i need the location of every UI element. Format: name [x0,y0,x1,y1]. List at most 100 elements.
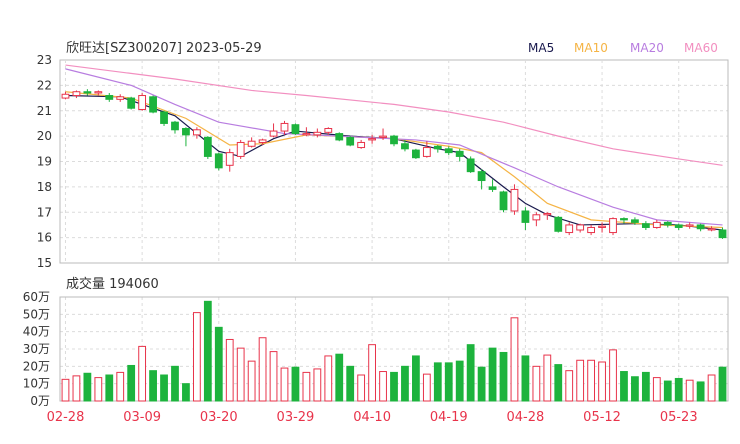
candle-body [138,95,147,110]
candle-body [587,226,596,234]
volume-bar [335,353,344,402]
candle [138,92,147,111]
price-axis: 23 22 21 20 19 18 17 16 15 [37,53,52,270]
legend-ma60: MA60 [684,41,718,55]
volume-bar [357,374,366,402]
volume-bar [72,375,81,402]
candle-body [72,91,81,97]
candle [291,123,300,135]
candle-body [532,214,541,221]
volume-bar [620,371,628,402]
ma-line-ma20 [65,68,723,226]
volume-tick-label: 10万 [23,377,50,391]
ma-legend: MA5 MA10 MA20 MA60 [528,41,718,55]
volume-bar [346,365,355,402]
volume-bar [521,355,530,402]
candle [455,148,464,162]
volume-tick-label: 20万 [23,359,50,373]
volume-bar [707,374,716,402]
candle [532,212,541,227]
candle [587,224,596,236]
volume-tick-label: 30万 [23,342,50,356]
chart-title: 欣旺达[SZ300207] 2023-05-29 [66,41,262,56]
volume-tick-label: 0万 [30,394,50,408]
volume-bar [182,383,190,402]
candle-body [641,223,650,228]
volume-bar [236,347,245,402]
volume-bar [422,373,431,402]
candle-body [543,213,552,216]
volume-tick-label: 50万 [23,307,50,321]
volume-bar [685,379,694,402]
candle-body [401,143,409,150]
candle-body [324,128,333,133]
candle [685,222,694,229]
volume-bar [94,377,103,402]
price-tick-label: 21 [37,104,52,118]
volume-bar [149,370,157,402]
volume-tick-label: 40万 [23,325,50,339]
volume-bar [499,351,508,402]
candle [182,127,190,147]
candle-body [674,224,683,228]
candle-body [236,141,245,157]
date-tick-label: 04-28 [507,410,545,425]
volume-bar [674,377,683,402]
volume-bar [488,347,497,402]
volume-bar [247,360,256,402]
candle-body [554,216,563,232]
candle-body [247,140,256,147]
volume-bar [543,354,552,402]
candle-body [94,91,103,94]
date-tick-label: 04-19 [430,410,468,425]
volume-bar [565,370,574,402]
price-tick-label: 16 [37,231,52,245]
date-tick-label: 05-12 [583,410,621,425]
volume-bar [444,362,453,402]
candle [674,223,683,231]
candle-body [707,228,716,231]
candle [652,219,661,229]
candle-body [313,131,322,136]
candle [696,223,705,232]
candle-body [269,130,278,137]
candle-body [390,135,398,145]
date-tick-label: 03-29 [277,410,315,425]
candle-body [652,221,661,228]
candle-body [335,133,344,141]
legend-ma5: MA5 [528,41,554,55]
candle [412,148,420,159]
candle [576,223,585,233]
candle-body [576,224,585,231]
candle-body [346,136,355,146]
volume-bar [225,338,234,402]
price-tick-label: 17 [37,205,52,219]
candle-body [521,210,530,223]
moving-average-lines [65,64,723,231]
volume-bar [269,351,278,402]
candle [247,137,256,148]
volume-bar [576,359,585,402]
candlesticks [61,89,727,239]
candle [116,94,125,102]
candle-body [83,91,92,94]
volume-bar [192,312,201,402]
candle-body [116,96,125,100]
candle-body [368,138,376,141]
price-frame [59,59,729,264]
date-tick-label: 04-10 [353,410,391,425]
candle [203,136,212,159]
candle [488,179,497,192]
price-tick-label: 15 [37,256,52,270]
candle-body [477,171,486,182]
candle-body [149,96,157,113]
volume-axis: 60万 50万 40万 30万 20万 10万 0万 [23,290,50,408]
candle-body [160,111,168,124]
volume-title: 成交量 194060 [66,276,159,292]
volume-bar [532,365,541,402]
volume-bar [291,366,300,402]
volume-bar [203,300,212,402]
candle [565,222,574,236]
candle-body [127,97,136,109]
legend-ma10: MA10 [574,41,608,55]
